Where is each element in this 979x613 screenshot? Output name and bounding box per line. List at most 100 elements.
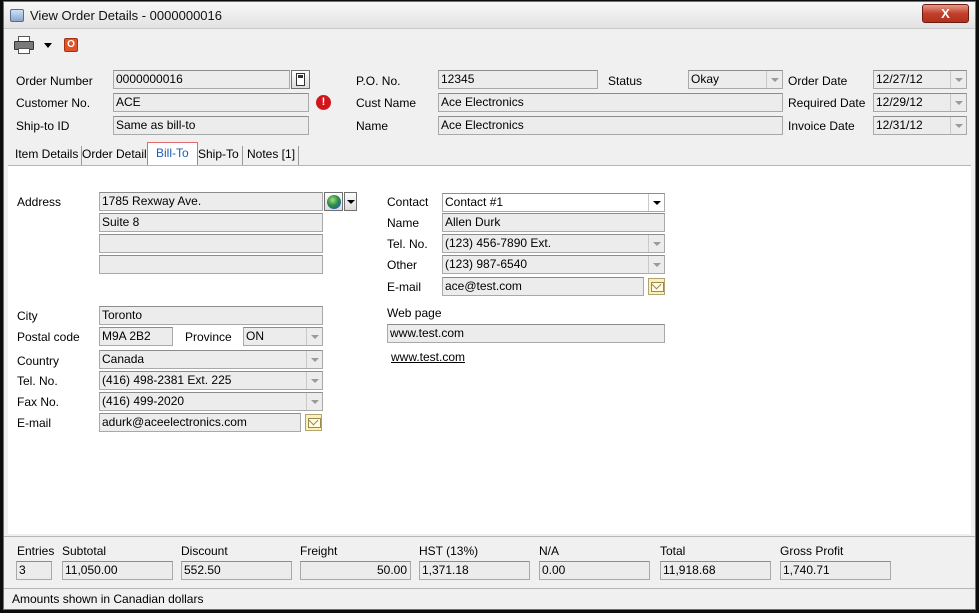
invoice-date-value: 12/31/12 xyxy=(876,118,923,132)
fax-no-chevron-down-icon[interactable] xyxy=(306,393,322,410)
map-button[interactable] xyxy=(324,192,343,211)
invoice-date-label: Invoice Date xyxy=(788,119,855,133)
contact-email-send-icon[interactable] xyxy=(648,278,665,295)
required-date-value: 12/29/12 xyxy=(876,95,923,109)
printer-icon[interactable] xyxy=(14,36,34,54)
order-details-window: View Order Details - 0000000016 X O Orde… xyxy=(3,1,976,610)
address-line-3[interactable] xyxy=(99,234,323,253)
status-label: Status xyxy=(608,74,643,88)
order-date-label: Order Date xyxy=(788,74,848,88)
contact-name-field[interactable]: Allen Durk xyxy=(442,213,665,232)
ship-to-id-label: Ship-to ID xyxy=(16,119,70,133)
address-line-4[interactable] xyxy=(99,255,323,274)
contact-email-label: E-mail xyxy=(387,280,422,294)
fax-no-label: Fax No. xyxy=(17,395,60,409)
country-chevron-down-icon[interactable] xyxy=(306,351,322,368)
contact-tel-select[interactable]: (123) 456-7890 Ext. xyxy=(442,234,665,253)
entries-field: 3 xyxy=(16,561,52,580)
window-title: View Order Details - 0000000016 xyxy=(30,8,222,23)
address-line-2[interactable]: Suite 8 xyxy=(99,213,323,232)
total-field: 11,918.68 xyxy=(660,561,771,580)
print-options-chevron-down-icon[interactable] xyxy=(44,43,52,48)
web-page-link[interactable]: www.test.com xyxy=(391,350,465,364)
order-date-value: 12/27/12 xyxy=(876,72,923,86)
freight-field[interactable]: 50.00 xyxy=(300,561,411,580)
tab-item-details[interactable]: Item Details xyxy=(12,146,83,165)
fax-no-select[interactable]: (416) 499-2020 xyxy=(99,392,323,411)
order-date-chevron-down-icon[interactable] xyxy=(950,71,966,88)
order-calculator-button[interactable] xyxy=(291,70,310,89)
tab-order-details[interactable]: Order Details xyxy=(79,146,157,165)
na-field: 0.00 xyxy=(539,561,650,580)
total-label: Total xyxy=(660,544,686,558)
map-options-chevron-down-icon[interactable] xyxy=(344,192,357,211)
gross-profit-label: Gross Profit xyxy=(780,544,844,558)
tel-no-select[interactable]: (416) 498-2381 Ext. 225 xyxy=(99,371,323,390)
other-phone-chevron-down-icon[interactable] xyxy=(648,256,664,273)
app-icon xyxy=(10,9,24,22)
email-label: E-mail xyxy=(17,416,52,430)
province-chevron-down-icon[interactable] xyxy=(306,328,322,345)
order-date-picker[interactable]: 12/27/12 xyxy=(873,70,967,89)
contact-tel-value: (123) 456-7890 Ext. xyxy=(445,236,552,250)
city-field[interactable]: Toronto xyxy=(99,306,323,325)
status-value: Okay xyxy=(691,72,720,86)
status-text: Amounts shown in Canadian dollars xyxy=(12,592,204,606)
contact-name-label: Name xyxy=(387,216,420,230)
hst-field: 1,371.18 xyxy=(419,561,530,580)
freight-label: Freight xyxy=(300,544,338,558)
tab-bill-to[interactable]: Bill-To xyxy=(147,142,198,166)
status-bar: Amounts shown in Canadian dollars xyxy=(4,588,975,609)
postal-code-label: Postal code xyxy=(17,330,80,344)
tel-no-label: Tel. No. xyxy=(17,374,58,388)
province-select[interactable]: ON xyxy=(243,327,323,346)
tab-notes[interactable]: Notes [1] xyxy=(244,146,300,165)
province-value: ON xyxy=(246,329,264,343)
globe-icon xyxy=(327,195,341,209)
customer-no-field[interactable]: ACE xyxy=(113,93,309,112)
other-phone-select[interactable]: (123) 987-6540 xyxy=(442,255,665,274)
country-value: Canada xyxy=(102,352,145,366)
tel-no-value: (416) 498-2381 Ext. 225 xyxy=(102,373,232,387)
hst-label: HST (13%) xyxy=(419,544,479,558)
web-page-field[interactable]: www.test.com xyxy=(387,324,665,343)
title-bar: View Order Details - 0000000016 X xyxy=(4,2,975,29)
contact-email-field[interactable]: ace@test.com xyxy=(442,277,644,296)
status-chevron-down-icon[interactable] xyxy=(766,71,782,88)
name-field[interactable]: Ace Electronics xyxy=(438,116,783,135)
fax-no-value: (416) 499-2020 xyxy=(102,394,185,408)
ship-to-id-field[interactable]: Same as bill-to xyxy=(113,116,309,135)
warning-icon[interactable]: ! xyxy=(316,95,331,110)
cust-name-field[interactable]: Ace Electronics xyxy=(438,93,783,112)
required-date-picker[interactable]: 12/29/12 xyxy=(873,93,967,112)
name-label: Name xyxy=(356,119,389,133)
contact-tel-label: Tel. No. xyxy=(387,237,428,251)
status-select[interactable]: Okay xyxy=(688,70,783,89)
email-send-icon[interactable] xyxy=(305,414,322,431)
contact-label: Contact xyxy=(387,195,429,209)
email-field[interactable]: adurk@aceelectronics.com xyxy=(99,413,301,432)
order-number-field[interactable]: 0000000016 xyxy=(113,70,290,89)
power-icon[interactable]: O xyxy=(64,38,78,52)
country-select[interactable]: Canada xyxy=(99,350,323,369)
other-phone-value: (123) 987-6540 xyxy=(445,257,528,271)
order-number-label: Order Number xyxy=(16,74,93,88)
country-label: Country xyxy=(17,354,60,368)
invoice-date-picker[interactable]: 12/31/12 xyxy=(873,116,967,135)
contact-select[interactable]: Contact #1 xyxy=(442,193,665,212)
address-label: Address xyxy=(17,195,62,209)
postal-code-field[interactable]: M9A 2B2 xyxy=(99,327,173,346)
city-label: City xyxy=(17,309,38,323)
tab-strip: Item Details Order Details Bill-To Ship-… xyxy=(4,142,975,166)
discount-label: Discount xyxy=(181,544,228,558)
required-date-chevron-down-icon[interactable] xyxy=(950,94,966,111)
tel-no-chevron-down-icon[interactable] xyxy=(306,372,322,389)
contact-chevron-down-icon[interactable] xyxy=(648,194,664,211)
entries-label: Entries xyxy=(17,544,55,558)
tab-ship-to[interactable]: Ship-To xyxy=(195,146,243,165)
invoice-date-chevron-down-icon[interactable] xyxy=(950,117,966,134)
po-no-field[interactable]: 12345 xyxy=(438,70,598,89)
contact-tel-chevron-down-icon[interactable] xyxy=(648,235,664,252)
address-line-1[interactable]: 1785 Rexway Ave. xyxy=(99,192,323,211)
close-button[interactable]: X xyxy=(922,4,969,23)
